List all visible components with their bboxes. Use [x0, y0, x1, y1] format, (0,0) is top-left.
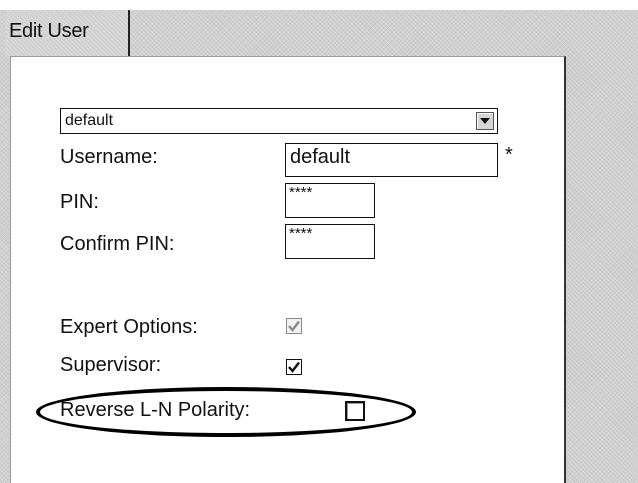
confirm-pin-value: **** [289, 225, 313, 242]
expert-options-checkbox[interactable] [286, 318, 302, 334]
pin-value: **** [289, 184, 313, 201]
required-marker: * [505, 144, 513, 166]
confirm-pin-label: Confirm PIN: [60, 233, 175, 255]
tab-label: Edit User [9, 20, 89, 42]
supervisor-checkbox[interactable] [286, 359, 302, 375]
user-select-dropdown[interactable]: default [60, 108, 498, 134]
username-value: default [290, 146, 351, 168]
user-select-value: default [65, 112, 114, 129]
expert-options-label: Expert Options: [60, 316, 198, 338]
checkmark-icon [288, 361, 300, 373]
tab-edit-user[interactable]: Edit User [5, 10, 130, 56]
checkmark-icon [288, 320, 300, 332]
highlight-ellipse [36, 387, 416, 437]
confirm-pin-field[interactable]: **** [285, 224, 375, 259]
username-field[interactable]: default [285, 143, 498, 177]
username-label: Username: [60, 146, 158, 168]
pin-label: PIN: [60, 191, 99, 213]
chevron-down-icon [480, 118, 490, 124]
pin-field[interactable]: **** [285, 183, 375, 218]
supervisor-label: Supervisor: [60, 354, 162, 376]
dropdown-button[interactable] [476, 112, 494, 130]
